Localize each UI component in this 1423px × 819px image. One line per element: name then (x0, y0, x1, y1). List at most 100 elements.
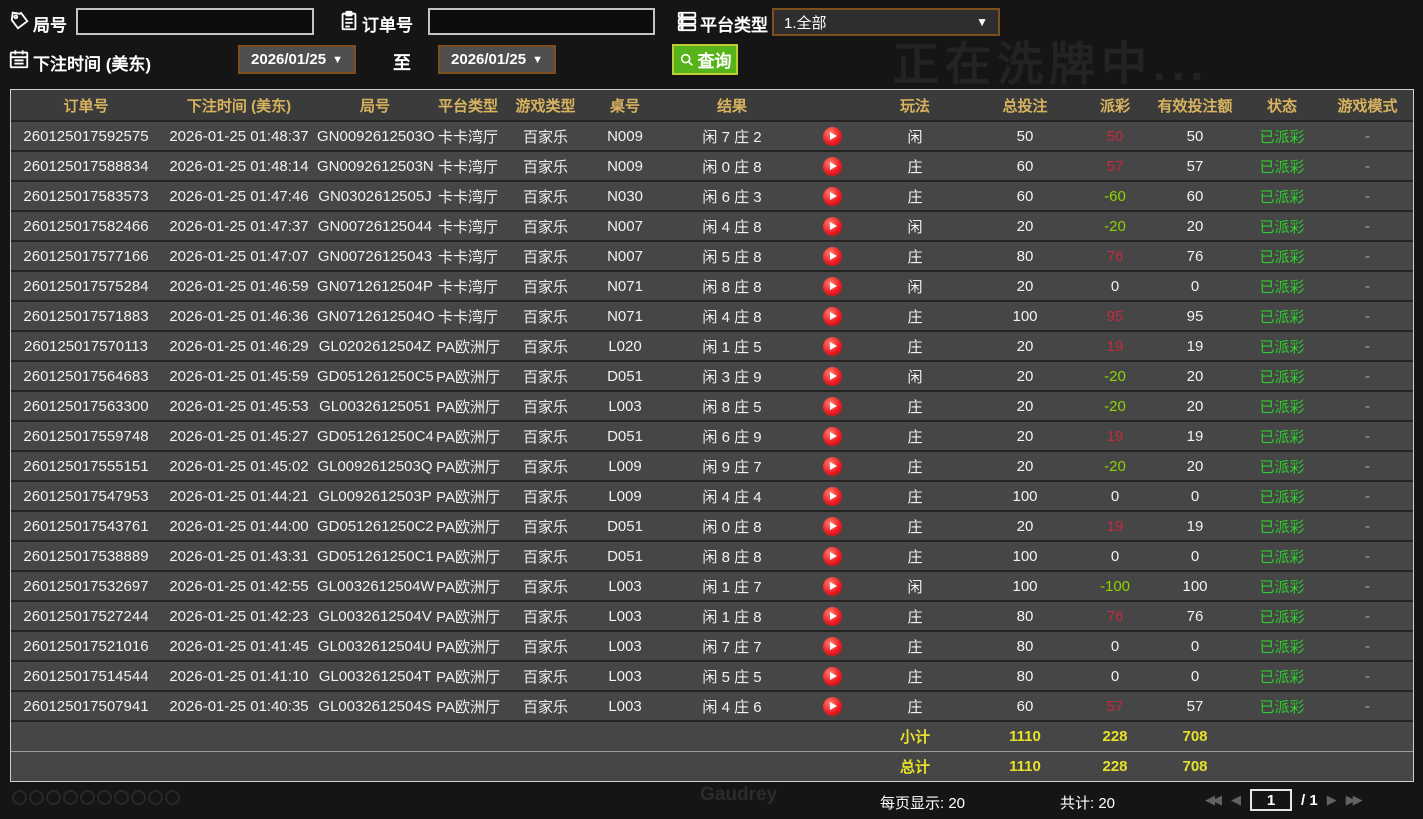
play-video-button[interactable] (822, 156, 842, 176)
table-row: 260125017583573 2026-01-25 01:47:46 GN03… (11, 180, 1413, 211)
col-payout: 派彩 (1082, 90, 1148, 121)
play-icon (829, 222, 837, 230)
play-video-button[interactable] (822, 186, 842, 206)
platform-type-value: 1.全部 (784, 14, 827, 32)
play-video-button[interactable] (822, 546, 842, 566)
page-number-input[interactable] (1250, 789, 1292, 811)
game-mode-cell: - (1322, 300, 1413, 331)
valid-bet-cell: 19 (1148, 330, 1242, 361)
table-no-cell: L003 (588, 690, 662, 721)
result-cell: 闲 8 庄 8 (662, 270, 802, 301)
table-no-cell: N030 (588, 180, 662, 211)
order-no-cell: 260125017582466 (11, 210, 161, 241)
game-type-cell: 百家乐 (503, 330, 588, 361)
total-valid-bet: 708 (1148, 750, 1242, 781)
play-video-button[interactable] (822, 426, 842, 446)
order-no-cell: 260125017507941 (11, 690, 161, 721)
table-row: 260125017582466 2026-01-25 01:47:37 GN00… (11, 210, 1413, 241)
play-video-button[interactable] (822, 336, 842, 356)
play-video-button[interactable] (822, 126, 842, 146)
total-bet-cell: 60 (968, 690, 1082, 721)
platform-cell: 卡卡湾厅 (433, 240, 503, 271)
total-bet-cell: 20 (968, 450, 1082, 481)
total-bet-cell: 20 (968, 510, 1082, 541)
play-video-button[interactable] (822, 486, 842, 506)
play-video-button[interactable] (822, 306, 842, 326)
order-no-cell: 260125017527244 (11, 600, 161, 631)
play-video-button[interactable] (822, 396, 842, 416)
col-bet-time: 下注时间 (美东) (161, 90, 317, 121)
play-video-button[interactable] (822, 276, 842, 296)
chevron-down-icon: ▼ (532, 53, 543, 66)
bet-time-cell: 2026-01-25 01:46:36 (161, 300, 317, 331)
play-video-button[interactable] (822, 516, 842, 536)
play-video-button[interactable] (822, 576, 842, 596)
total-label: 总计 (862, 750, 968, 781)
game-type-cell: 百家乐 (503, 630, 588, 661)
date-from-picker[interactable]: 2026/01/25 ▼ (238, 45, 356, 74)
play-icon (829, 432, 837, 440)
table-body: 260125017592575 2026-01-25 01:48:37 GN00… (11, 120, 1413, 721)
table-row: 260125017532697 2026-01-25 01:42:55 GL00… (11, 570, 1413, 601)
bet-type-cell: 闲 (862, 570, 968, 601)
bet-type-cell: 庄 (862, 420, 968, 451)
order-no-cell: 260125017577166 (11, 240, 161, 271)
play-video-button[interactable] (822, 216, 842, 236)
play-video-button[interactable] (822, 636, 842, 656)
valid-bet-cell: 100 (1148, 570, 1242, 601)
play-icon (829, 132, 837, 140)
total-bet-cell: 60 (968, 150, 1082, 181)
col-video (802, 90, 862, 121)
next-page-button[interactable]: ▶ (1327, 792, 1337, 808)
game-mode-cell: - (1322, 480, 1413, 511)
game-type-cell: 百家乐 (503, 450, 588, 481)
order-no-input[interactable] (428, 8, 655, 35)
result-cell: 闲 0 庄 8 (662, 150, 802, 181)
bet-time-cell: 2026-01-25 01:47:37 (161, 210, 317, 241)
result-cell: 闲 7 庄 7 (662, 630, 802, 661)
valid-bet-cell: 76 (1148, 600, 1242, 631)
payout-cell: -20 (1082, 360, 1148, 391)
subtotal-valid-bet: 708 (1148, 720, 1242, 751)
table-row: 260125017575284 2026-01-25 01:46:59 GN07… (11, 270, 1413, 301)
table-row: 260125017592575 2026-01-25 01:48:37 GN00… (11, 120, 1413, 151)
status-badge: 已派彩 (1242, 300, 1322, 331)
play-video-button[interactable] (822, 456, 842, 476)
last-page-button[interactable]: ▶▶ (1346, 792, 1363, 808)
bet-type-cell: 庄 (862, 510, 968, 541)
col-valid-bet: 有效投注额 (1148, 90, 1242, 121)
status-badge: 已派彩 (1242, 330, 1322, 361)
game-type-cell: 百家乐 (503, 360, 588, 391)
table-no-cell: D051 (588, 360, 662, 391)
table-no-cell: L003 (588, 630, 662, 661)
bet-time-cell: 2026-01-25 01:41:45 (161, 630, 317, 661)
order-no-cell: 260125017570113 (11, 330, 161, 361)
platform-cell: PA欧洲厅 (433, 570, 503, 601)
play-video-button[interactable] (822, 366, 842, 386)
prev-page-button[interactable]: ◀ (1231, 792, 1241, 808)
total-bet-cell: 100 (968, 540, 1082, 571)
play-video-button[interactable] (822, 606, 842, 626)
result-cell: 闲 7 庄 2 (662, 120, 802, 151)
play-video-button[interactable] (822, 666, 842, 686)
game-no-input[interactable] (76, 8, 314, 35)
game-no-cell: GN0092612503O (317, 120, 435, 151)
first-page-button[interactable]: ◀◀ (1205, 792, 1222, 808)
page-total-label: / 1 (1301, 791, 1318, 809)
query-button[interactable]: 查询 (672, 44, 738, 75)
play-video-button[interactable] (822, 696, 842, 716)
bet-type-cell: 庄 (862, 180, 968, 211)
platform-type-select[interactable]: 1.全部 ▼ (772, 8, 1000, 36)
play-video-button[interactable] (822, 246, 842, 266)
game-type-cell: 百家乐 (503, 120, 588, 151)
bet-type-cell: 庄 (862, 150, 968, 181)
platform-type-icon (676, 10, 698, 32)
valid-bet-cell: 0 (1148, 630, 1242, 661)
table-no-cell: L020 (588, 330, 662, 361)
valid-bet-cell: 20 (1148, 210, 1242, 241)
game-no-cell: GD051261250C1 (317, 540, 434, 571)
date-to-picker[interactable]: 2026/01/25 ▼ (438, 45, 556, 74)
valid-bet-cell: 20 (1148, 390, 1242, 421)
video-cell (802, 180, 862, 211)
bet-type-cell: 庄 (862, 300, 968, 331)
